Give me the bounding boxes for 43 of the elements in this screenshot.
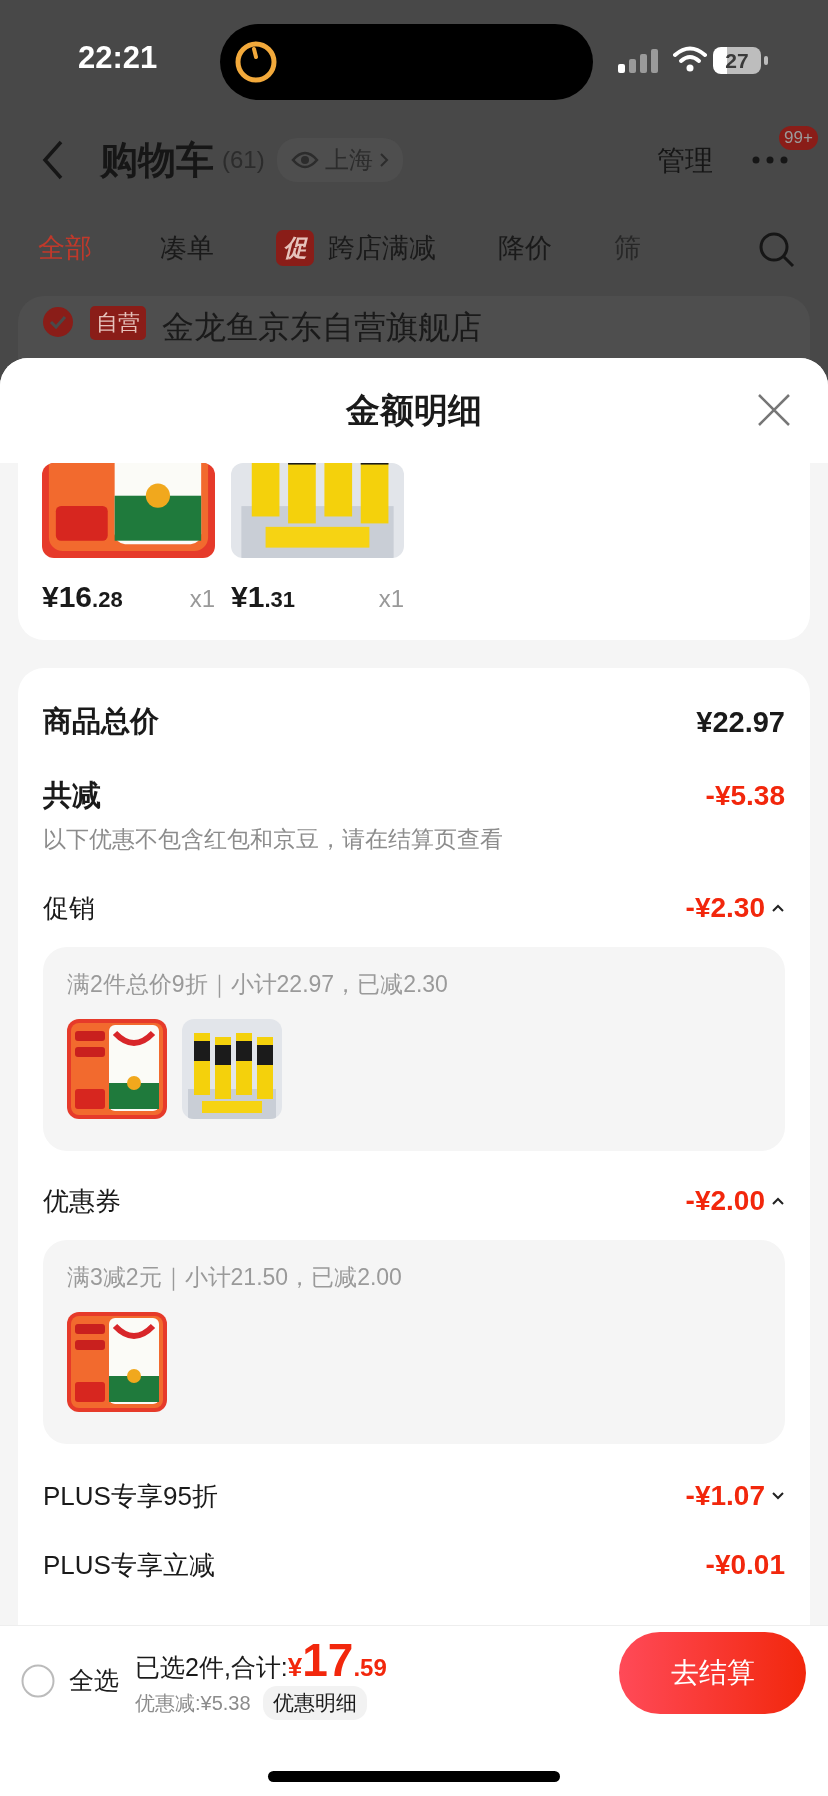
back-icon [42, 140, 64, 180]
product-price: ¥16.28 [42, 580, 123, 614]
store-tag: 自营 [90, 306, 146, 340]
discount-amount: -¥2.30 [685, 892, 765, 924]
product-price: ¥1.31 [231, 580, 295, 614]
status-time: 22:21 [78, 40, 158, 76]
discount-rule: 满3减2元｜小计21.50，已减2.00 [67, 1263, 403, 1292]
discount-amount: -¥5.38 [705, 780, 785, 812]
discount-label: 促销 [43, 891, 95, 925]
saving-text: 优惠减:¥5.38 [135, 1690, 251, 1716]
battery-icon: 27 [713, 47, 761, 74]
chevron-right-icon [378, 152, 389, 168]
eye-icon [290, 150, 319, 170]
sheet-title: 金额明细 [346, 389, 482, 431]
store-checkbox[interactable] [42, 306, 74, 338]
discount-label: 共减 [43, 778, 101, 813]
caret-up-icon[interactable] [771, 903, 785, 913]
close-icon[interactable] [757, 393, 791, 427]
discount-rule: 满2件总价9折｜小计22.97，已减2.30 [67, 970, 449, 999]
discount-label: PLUS专享立减 [43, 1548, 215, 1582]
product-quantity: x1 [189, 585, 215, 613]
discount-label: PLUS专享95折 [43, 1479, 218, 1513]
wifi-icon [673, 46, 707, 72]
caret-up-icon[interactable] [771, 1196, 785, 1206]
total-amount: ¥22.97 [696, 705, 785, 739]
caret-down-icon[interactable] [771, 1491, 785, 1501]
discount-detail-button[interactable]: 优惠明细 [262, 1686, 367, 1720]
discount-note: 以下优惠不包含红包和京豆，请在结算页查看 [43, 825, 504, 854]
notification-badge: 99+ [779, 126, 818, 150]
total-label: 商品总价 [43, 704, 159, 739]
order-total: 已选2件,合计:¥17.59 [135, 1637, 387, 1684]
filter-tab[interactable]: 全部 [38, 230, 92, 266]
discount-label: 优惠券 [43, 1184, 121, 1218]
checkout-button[interactable]: 去结算 [619, 1632, 806, 1714]
promo-tag: 促 [276, 230, 314, 266]
discount-amount: -¥0.01 [705, 1549, 785, 1581]
timer-icon [234, 40, 278, 84]
discount-amount: -¥1.07 [685, 1480, 765, 1512]
discount-amount: -¥2.00 [685, 1185, 765, 1217]
signal-icon [618, 49, 660, 73]
product-quantity: x1 [378, 585, 404, 613]
checkbox-icon[interactable] [21, 1663, 55, 1698]
select-all-checkbox[interactable]: 全选 [21, 1663, 119, 1698]
